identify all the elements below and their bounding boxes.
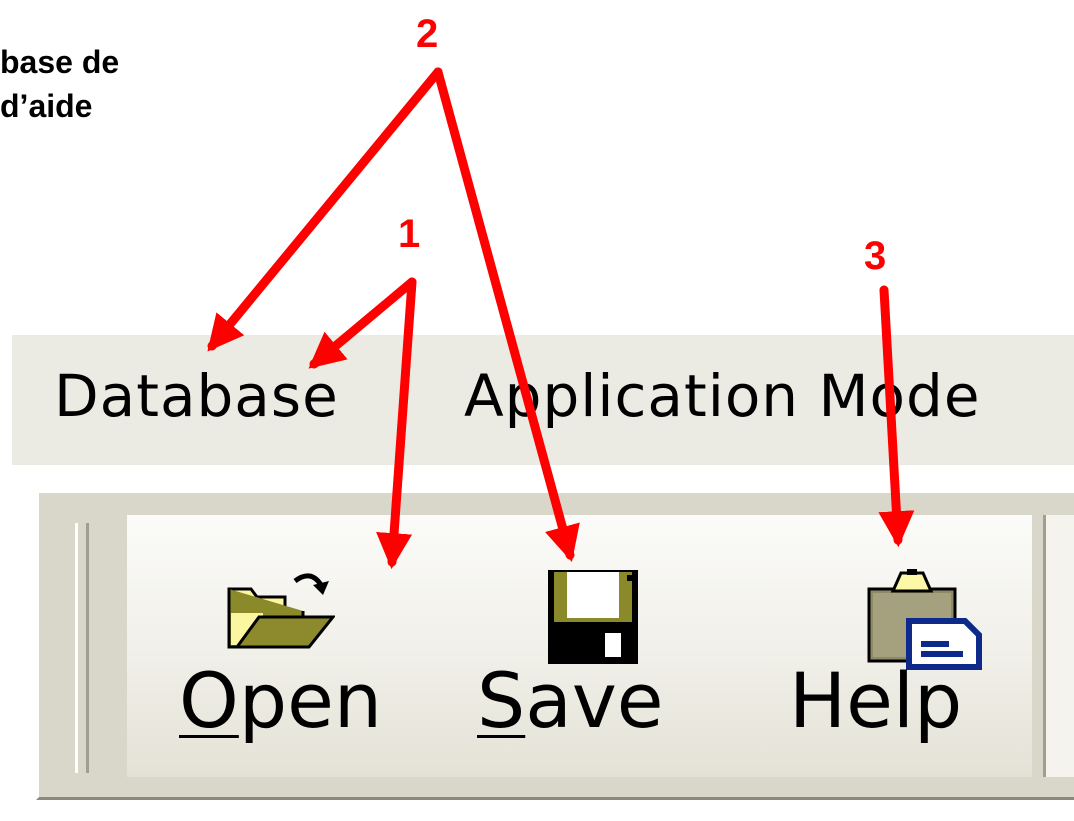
help-button[interactable]: Help [767,515,1007,777]
toolbar: Open Save Help [36,490,1074,800]
callout-2: 2 [416,12,439,56]
menu-item-application-mode[interactable]: Application Mode [464,367,981,425]
save-label-mnemonic: S [477,656,526,745]
menu-item-database[interactable]: Database [54,367,339,425]
caption-line-1: base de [0,44,120,80]
toolbar-grip[interactable] [75,523,89,773]
caption-text: base de d’aide [0,40,260,128]
callout-3: 3 [864,234,887,278]
open-label-rest: pen [238,656,382,745]
save-label: Save [477,663,664,739]
open-button[interactable]: Open [147,515,382,777]
open-folder-icon [227,573,335,649]
help-label-rest: Help [789,656,963,745]
arrow-2-to-save-button [433,67,580,562]
save-label-rest: ave [525,656,664,745]
open-label-mnemonic: O [179,656,239,745]
floppy-disk-icon [548,570,638,664]
caption-line-2: d’aide [0,88,93,124]
toolbar-band: Open Save Help [127,515,1032,777]
menu-bar: Database Application Mode [12,335,1074,465]
save-button[interactable]: Save [457,515,677,777]
callout-1: 1 [398,212,421,256]
toolbar-next-band [1043,515,1074,777]
help-label: Help [789,663,962,739]
open-label: Open [179,663,382,739]
